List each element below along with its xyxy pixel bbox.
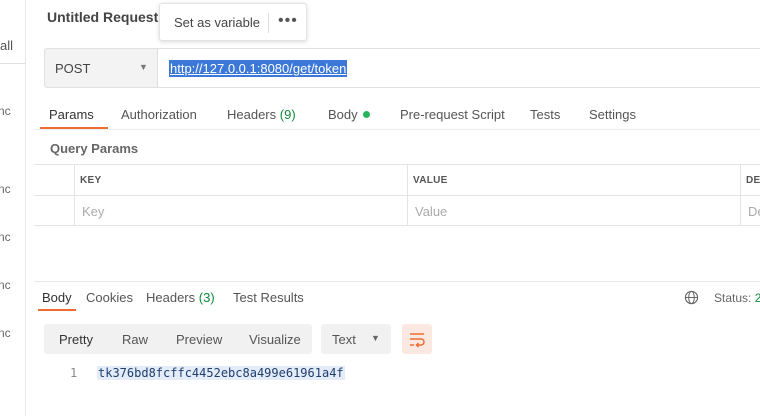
globe-icon[interactable] xyxy=(684,290,699,305)
wrap-lines-button[interactable] xyxy=(402,324,432,354)
sidebar-item[interactable]: nc xyxy=(0,326,11,340)
tab-pre-request-script[interactable]: Pre-request Script xyxy=(400,107,505,122)
sidebar-scrollbar[interactable] xyxy=(25,66,26,108)
query-params-title: Query Params xyxy=(50,141,139,156)
request-panel: Untitled Request Set as variable ••• POS… xyxy=(34,0,760,416)
tab-headers[interactable]: Headers (9) xyxy=(227,107,296,122)
method-select[interactable]: POST ▼ xyxy=(44,48,158,88)
query-params-table: KEY VALUE DE Key Value De xyxy=(34,164,760,226)
more-horizontal-icon[interactable]: ••• xyxy=(278,12,298,30)
response-tab-cookies[interactable]: Cookies xyxy=(86,290,133,305)
tab-body-label: Body xyxy=(328,107,358,122)
response-body-text[interactable]: tk376bd8fcffc4452ebc8a499e61961a4f xyxy=(97,366,345,380)
chevron-down-icon: ▼ xyxy=(139,62,148,72)
response-tab-headers-count: (3) xyxy=(198,290,215,305)
column-header-description: DE xyxy=(746,175,760,186)
tab-tests[interactable]: Tests xyxy=(530,107,560,122)
chevron-down-icon: ▼ xyxy=(371,333,380,343)
sidebar-all-label[interactable]: all xyxy=(0,38,13,53)
tab-headers-label: Headers xyxy=(227,107,277,122)
tabs-divider xyxy=(34,129,760,130)
sidebar-divider xyxy=(0,63,25,64)
status-label: Status: xyxy=(714,291,752,305)
format-raw[interactable]: Raw xyxy=(122,332,148,347)
sidebar-item[interactable]: nc xyxy=(0,230,11,244)
line-number: 1 xyxy=(70,366,78,380)
format-preview[interactable]: Preview xyxy=(176,332,222,347)
table-divider xyxy=(34,195,760,196)
response-tab-test-results[interactable]: Test Results xyxy=(233,290,304,305)
body-indicator-dot xyxy=(362,111,370,118)
value-input[interactable]: Value xyxy=(415,204,447,219)
description-input[interactable]: De xyxy=(748,204,760,219)
response-type-select[interactable]: Text ▼ xyxy=(321,324,391,354)
active-response-tab-indicator xyxy=(38,309,76,311)
method-label: POST xyxy=(55,61,91,76)
response-tab-headers[interactable]: Headers (3) xyxy=(146,290,215,305)
wrap-lines-icon xyxy=(410,333,425,348)
request-tabs: Params Authorization Headers (9) Body Pr… xyxy=(34,100,760,130)
tab-params[interactable]: Params xyxy=(49,107,94,122)
key-input[interactable]: Key xyxy=(82,204,104,219)
format-pretty[interactable]: Pretty xyxy=(59,332,93,347)
request-title[interactable]: Untitled Request xyxy=(47,9,158,25)
format-visualize[interactable]: Visualize xyxy=(249,332,301,347)
response-tab-headers-label: Headers xyxy=(146,290,196,305)
url-input[interactable]: http://127.0.0.1:8080/get/token xyxy=(158,48,760,88)
sidebar-item[interactable]: nc xyxy=(0,182,11,196)
tab-authorization[interactable]: Authorization xyxy=(121,107,197,122)
sidebar-item[interactable]: nc xyxy=(0,278,11,292)
tab-headers-count: (9) xyxy=(279,107,296,122)
status-code: 2 xyxy=(754,291,760,305)
url-text[interactable]: http://127.0.0.1:8080/get/token xyxy=(169,60,348,77)
column-header-key: KEY xyxy=(80,175,102,186)
set-as-variable-button[interactable]: Set as variable xyxy=(174,15,260,30)
popover-divider xyxy=(268,13,269,33)
response-type-label: Text xyxy=(332,332,356,347)
sidebar: all nc nc nc nc nc xyxy=(0,0,26,416)
response-divider xyxy=(34,281,760,282)
response-tab-body[interactable]: Body xyxy=(42,290,72,305)
tab-settings[interactable]: Settings xyxy=(589,107,636,122)
set-as-variable-popover: Set as variable ••• xyxy=(159,3,307,41)
format-toggle: Pretty Raw Preview Visualize xyxy=(44,324,312,354)
response-status: Status: 2 xyxy=(714,291,760,305)
sidebar-item[interactable]: nc xyxy=(0,104,11,118)
column-header-value: VALUE xyxy=(413,175,448,186)
tab-body[interactable]: Body xyxy=(328,107,370,122)
